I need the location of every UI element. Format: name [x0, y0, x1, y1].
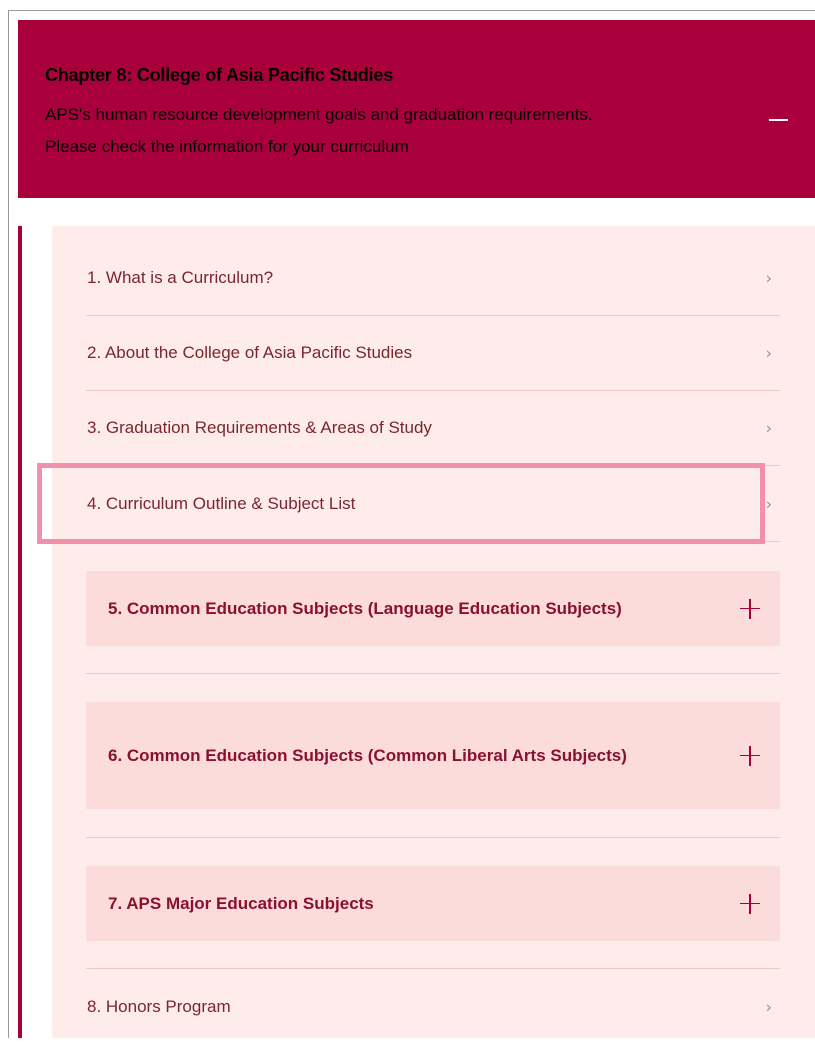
- plus-icon: [740, 598, 760, 619]
- nav-item-label: 2. About the College of Asia Pacific Stu…: [87, 343, 413, 362]
- chevron-right-icon: ›: [765, 343, 772, 363]
- divider: [86, 837, 780, 838]
- nav-item-label: 1. What is a Curriculum?: [87, 268, 274, 287]
- nav-item-honors-program[interactable]: 8. Honors Program ›: [86, 969, 780, 1044]
- nav-item-label: 8. Honors Program: [87, 996, 231, 1016]
- nav-item-what-is-curriculum[interactable]: 1. What is a Curriculum? ›: [86, 241, 780, 316]
- left-accent-rule: [18, 226, 22, 1038]
- chevron-right-icon: ›: [765, 268, 772, 288]
- section-liberal-arts[interactable]: 6. Common Education Subjects (Common Lib…: [86, 702, 780, 809]
- nav-item-label: 3. Graduation Requirements & Areas of St…: [87, 418, 432, 437]
- chapter-header-content: Chapter 8: College of Asia Pacific Studi…: [18, 20, 815, 198]
- section-major-education[interactable]: 7. APS Major Education Subjects: [86, 866, 780, 941]
- section-label: 7. APS Major Education Subjects: [108, 893, 374, 913]
- nav-item-label: 4. Curriculum Outline & Subject List: [87, 494, 356, 513]
- nav-item-about-college[interactable]: 2. About the College of Asia Pacific Stu…: [86, 316, 780, 391]
- nav-item-graduation-requirements[interactable]: 3. Graduation Requirements & Areas of St…: [86, 391, 780, 466]
- divider: [86, 673, 780, 674]
- chevron-right-icon: ›: [765, 418, 772, 438]
- chapter-description-line-1: APS's human resource development goals a…: [45, 105, 593, 124]
- collapse-button[interactable]: [766, 108, 790, 132]
- chapter-description-line-2: Please check the information for your cu…: [45, 137, 409, 156]
- minus-icon: [769, 119, 788, 121]
- nav-item-curriculum-outline[interactable]: 4. Curriculum Outline & Subject List ›: [86, 467, 780, 542]
- section-language-education[interactable]: 5. Common Education Subjects (Language E…: [86, 571, 780, 646]
- section-label: 6. Common Education Subjects (Common Lib…: [108, 745, 627, 765]
- chapter-title: Chapter 8: College of Asia Pacific Studi…: [45, 65, 394, 85]
- chevron-right-icon: ›: [765, 494, 772, 514]
- section-label: 5. Common Education Subjects (Language E…: [108, 598, 622, 618]
- chapter-description: APS's human resource development goals a…: [45, 99, 745, 163]
- plus-icon: [740, 893, 760, 914]
- plus-icon: [740, 745, 760, 766]
- chevron-right-icon: ›: [765, 997, 772, 1016]
